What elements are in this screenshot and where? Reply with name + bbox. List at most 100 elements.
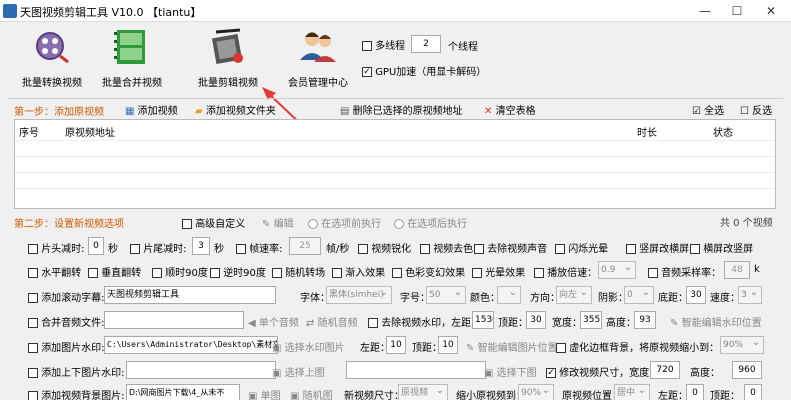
horiz-to-vert-checkbox[interactable]	[690, 244, 700, 254]
image-watermark-checkbox[interactable]	[28, 343, 38, 353]
color-change-checkbox[interactable]	[392, 268, 402, 278]
hflip-checkbox[interactable]	[28, 268, 38, 278]
col-path-header[interactable]: 原视频地址	[65, 124, 115, 139]
scale-select[interactable]: 90%	[720, 335, 764, 354]
vflip-option[interactable]: 垂直翻转	[88, 264, 141, 279]
wm-width-input[interactable]: 355	[580, 311, 602, 329]
tail-cut-option[interactable]: 片尾减时:	[130, 240, 187, 255]
scroll-sub-option[interactable]: 添加滚动字幕:	[28, 289, 105, 304]
advanced-checkbox[interactable]	[182, 219, 192, 229]
rotate-cw-option[interactable]: 顺时90度	[152, 264, 208, 279]
resize-width-input[interactable]: 720	[650, 361, 680, 379]
video-table[interactable]: 序号 原视频地址 时长 状态	[14, 119, 776, 209]
audio-rate-checkbox[interactable]	[648, 268, 658, 278]
vert-to-horiz-checkbox[interactable]	[626, 244, 636, 254]
select-all-button[interactable]: ☑ 全选	[692, 102, 724, 117]
smart-image-button[interactable]: ✎ 智能编辑图片位置	[466, 339, 558, 354]
shadow-select[interactable]: 0	[624, 285, 654, 304]
merge-audio-checkbox[interactable]	[28, 318, 38, 328]
shrink-select[interactable]: 90%	[518, 383, 554, 400]
add-video-button[interactable]: ▦ 添加视频	[125, 102, 178, 117]
remove-audio-checkbox[interactable]	[474, 244, 484, 254]
exec-before-option[interactable]: 在选项前执行	[308, 215, 381, 230]
wm-height-input[interactable]: 93	[634, 311, 656, 329]
blur-bg-checkbox[interactable]	[556, 343, 566, 353]
resize-height-input[interactable]: 960	[732, 361, 762, 379]
sharpen-checkbox[interactable]	[358, 244, 368, 254]
sharpen-option[interactable]: 视频锐化	[358, 240, 411, 255]
remove-watermark-checkbox[interactable]	[368, 318, 378, 328]
top-image-input[interactable]	[126, 361, 276, 379]
speed-checkbox[interactable]	[534, 268, 544, 278]
frame-rate-checkbox[interactable]	[236, 244, 246, 254]
select-top-button[interactable]: ▣ 选择上图	[272, 364, 325, 379]
select-bottom-button[interactable]: ▣ 选择下图	[484, 364, 537, 379]
clear-table-button[interactable]: ✕ 清空表格	[484, 102, 536, 117]
bg-left-input[interactable]: 0	[686, 384, 704, 400]
audio-path-input[interactable]	[104, 311, 244, 329]
color-select[interactable]	[497, 285, 521, 304]
head-cut-option[interactable]: 片头减时:	[28, 240, 85, 255]
speed-option[interactable]: 播放倍速：	[534, 264, 597, 279]
decolor-option[interactable]: 视频去色	[420, 240, 473, 255]
scroll-speed-select[interactable]: 3	[738, 285, 762, 304]
rotate-cw-checkbox[interactable]	[152, 268, 162, 278]
bottom-image-input[interactable]	[346, 361, 486, 379]
merge-audio-option[interactable]: 合并音频文件:	[28, 314, 105, 329]
flash-option[interactable]: 闪烁光晕	[555, 240, 608, 255]
size-select[interactable]: 50	[426, 285, 466, 304]
vert-to-horiz-option[interactable]: 竖屏改横屏	[626, 240, 689, 255]
advanced-option[interactable]: 高级自定义	[182, 215, 245, 230]
invert-selection-button[interactable]: ☐ 反选	[740, 102, 772, 117]
image-path-input[interactable]: C:\Users\Administrator\Desktop\素材文	[104, 336, 278, 354]
remove-watermark-option[interactable]: 去除视频水印，左距：	[368, 314, 481, 329]
new-size-select[interactable]: 原视频	[398, 383, 448, 400]
horiz-to-vert-option[interactable]: 横屏改竖屏	[690, 240, 753, 255]
random-transition-option[interactable]: 随机转场	[272, 264, 325, 279]
bg-path-input[interactable]: D:\网商图片下载\4_从未不	[126, 384, 240, 400]
resize-checkbox[interactable]	[546, 368, 556, 378]
blur-bg-option[interactable]: 虚化边框背景，将原视频缩小到：	[556, 339, 719, 354]
col-status-header[interactable]: 状态	[713, 124, 733, 139]
flash-checkbox[interactable]	[555, 244, 565, 254]
wm-top-input[interactable]: 30	[526, 311, 546, 329]
color-change-option[interactable]: 色彩变幻效果	[392, 264, 465, 279]
edit-button[interactable]: ✎ 编辑	[262, 215, 294, 230]
tail-cut-input[interactable]: 3	[192, 237, 210, 255]
img-left-input[interactable]: 10	[386, 336, 406, 354]
audio-rate-option[interactable]: 音频采样率：	[648, 264, 721, 279]
light-effect-option[interactable]: 光晕效果	[472, 264, 525, 279]
random-audio-button[interactable]: ⇄ 随机音频	[306, 314, 358, 329]
bg-image-checkbox[interactable]	[28, 391, 38, 400]
scroll-sub-checkbox[interactable]	[28, 293, 38, 303]
audio-rate-input[interactable]: 48	[724, 261, 750, 279]
fade-in-checkbox[interactable]	[332, 268, 342, 278]
rotate-ccw-option[interactable]: 逆时90度	[210, 264, 266, 279]
bottom-input[interactable]: 30	[686, 286, 706, 304]
single-image-button[interactable]: ▣ 单图	[248, 387, 281, 400]
hflip-option[interactable]: 水平翻转	[28, 264, 81, 279]
single-audio-button[interactable]: ◀ 单个音频	[248, 314, 299, 329]
delete-selected-button[interactable]: ▤ 删除已选择的原视频地址	[340, 102, 463, 117]
smart-watermark-button[interactable]: ✎ 智能编辑水印位置	[670, 314, 762, 329]
add-folder-button[interactable]: ▰ 添加视频文件夹	[195, 102, 276, 117]
subtitle-text-input[interactable]: 天图视频剪辑工具	[104, 286, 276, 304]
exec-after-option[interactable]: 在选项后执行	[394, 215, 467, 230]
frame-rate-input[interactable]: 25	[289, 237, 321, 255]
rotate-ccw-checkbox[interactable]	[210, 268, 220, 278]
wm-left-input[interactable]: 1530	[472, 311, 494, 329]
head-cut-input[interactable]: 0	[88, 237, 104, 255]
bg-image-option[interactable]: 添加视频背景图片:	[28, 387, 125, 400]
font-select[interactable]: 黑体(simhei)	[326, 285, 392, 304]
bg-top-input[interactable]: 0	[744, 384, 762, 400]
topbottom-checkbox[interactable]	[28, 368, 38, 378]
exec-after-radio[interactable]	[394, 219, 404, 229]
position-select[interactable]: 居中	[614, 383, 650, 400]
decolor-checkbox[interactable]	[420, 244, 430, 254]
topbottom-option[interactable]: 添加上下图片水印:	[28, 364, 125, 379]
col-index-header[interactable]: 序号	[19, 124, 39, 139]
random-transition-checkbox[interactable]	[272, 268, 282, 278]
select-image-button[interactable]: ▣ 选择水印图片	[272, 339, 345, 354]
random-image-button[interactable]: ▣ 随机图	[290, 387, 333, 400]
remove-audio-option[interactable]: 去除视频声音	[474, 240, 547, 255]
